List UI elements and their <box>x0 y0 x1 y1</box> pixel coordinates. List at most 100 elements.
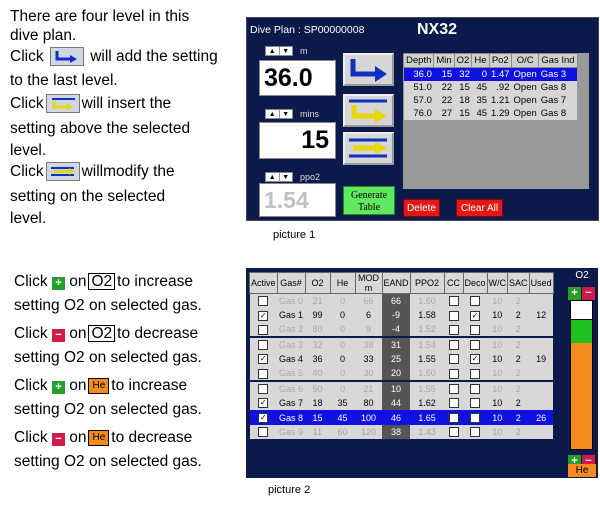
gas-row[interactable]: ✓ Gas 4 36 0 33 25 1.55 ✓ 10 2 19 <box>249 351 554 367</box>
cc-checkbox[interactable] <box>448 368 459 379</box>
gas-row[interactable]: Gas 2 80 0 9 -4 1.52 10 2 <box>249 322 554 338</box>
deco-cell <box>463 293 488 309</box>
spin-down-icon[interactable]: ▼ <box>280 110 293 118</box>
level-table-header: Depth Min O2 He Po2 O/C Gas Ind <box>402 53 578 68</box>
add-level-button[interactable] <box>343 53 394 86</box>
he-cell: 0 <box>330 336 356 352</box>
cc-checkbox[interactable] <box>448 427 459 438</box>
spin-down-icon[interactable]: ▼ <box>280 173 293 181</box>
deco-checkbox[interactable] <box>470 368 481 379</box>
level-cell: Open <box>511 67 539 81</box>
level-cell: 51.0 <box>403 80 434 94</box>
deco-checkbox[interactable]: ✓ <box>470 354 481 365</box>
gas-row[interactable]: ✓ Gas 1 99 0 6 -9 1.58 ✓ 10 2 12 <box>249 308 554 323</box>
cc-checkbox[interactable] <box>448 310 459 321</box>
active-checkbox[interactable]: ✓ <box>258 310 269 321</box>
level-col-header[interactable]: Depth <box>402 53 435 68</box>
gas-col-header: PPO2 <box>409 272 445 294</box>
o2-cell: 32 <box>305 336 331 352</box>
insert-level-button[interactable] <box>343 94 394 127</box>
active-cell <box>249 293 278 309</box>
wc-cell: 10 <box>487 351 508 367</box>
instr-line: setting O2 on selected gas. <box>14 297 202 314</box>
active-checkbox[interactable] <box>258 427 269 438</box>
time-field[interactable]: 15 <box>259 122 336 159</box>
level-col-header[interactable]: O/C <box>511 53 540 68</box>
active-checkbox[interactable]: ✓ <box>258 412 269 423</box>
instr-on-text: on <box>69 325 87 342</box>
deco-checkbox[interactable] <box>470 412 481 423</box>
sac-cell: 2 <box>507 380 530 396</box>
active-checkbox[interactable]: ✓ <box>258 354 269 365</box>
spin-up-icon[interactable]: ▲ <box>266 110 280 118</box>
deco-checkbox[interactable] <box>470 296 481 307</box>
level-col-header[interactable]: Po2 <box>488 53 513 68</box>
ppo2-spinner[interactable]: ▲ ▼ <box>265 172 293 182</box>
gas-row[interactable]: Gas 0 21 0 66 66 1.60 10 2 <box>249 293 554 309</box>
active-checkbox[interactable] <box>258 296 269 307</box>
o2-plus-button[interactable]: + <box>568 283 581 301</box>
level-row[interactable]: 51.0 22 15 45.92 Open Gas 8 <box>403 80 578 94</box>
ppo2-cell: 1.65 <box>410 410 445 425</box>
level-row[interactable]: 36.0 15 32 0 1.47 Open Gas 3 <box>403 67 578 81</box>
instr-insert-line: Click will insert the <box>10 92 171 115</box>
active-checkbox[interactable] <box>258 368 269 379</box>
cc-checkbox[interactable] <box>448 324 459 335</box>
cc-cell <box>444 293 464 309</box>
cc-checkbox[interactable] <box>448 412 459 423</box>
level-col-header[interactable]: Gas Ind <box>538 53 578 68</box>
cc-checkbox[interactable] <box>448 354 459 365</box>
cc-checkbox[interactable] <box>448 384 459 395</box>
active-checkbox[interactable] <box>258 340 269 351</box>
deco-checkbox[interactable] <box>470 340 481 351</box>
eand-cell: 66 <box>382 293 411 309</box>
gas-row[interactable]: Gas 3 32 0 38 31 1.54 10 2 <box>249 336 554 352</box>
gas-row[interactable]: Gas 6 50 0 21 10 1.55 10 2 <box>249 380 554 396</box>
sac-cell: 2 <box>507 322 530 338</box>
level-row[interactable]: 76.0 27 15 45 1.29 Open Gas 8 <box>403 106 578 120</box>
wc-cell: 10 <box>487 380 508 396</box>
generate-table-button[interactable]: Generate Table <box>343 186 395 215</box>
depth-field[interactable]: 36.0 <box>259 60 336 96</box>
instr-line-7: level. <box>10 142 47 159</box>
plus-icon: + <box>568 287 581 300</box>
gas-col-header: Used <box>528 272 554 294</box>
wc-cell: 10 <box>487 293 508 309</box>
depth-spinner[interactable]: ▲ ▼ <box>265 46 293 56</box>
clear-all-button[interactable]: Clear All <box>456 199 503 217</box>
gas-col-header: EAND <box>381 272 411 294</box>
deco-checkbox[interactable] <box>470 324 481 335</box>
modify-level-button[interactable] <box>343 132 394 165</box>
minus-icon: − <box>51 433 65 446</box>
deco-checkbox[interactable] <box>470 398 481 409</box>
cc-checkbox[interactable] <box>448 398 459 409</box>
level-col-header[interactable]: O2 <box>453 53 473 68</box>
level-col-header[interactable]: Min <box>433 53 455 68</box>
add-level-icon <box>350 59 387 82</box>
level-row[interactable]: 57.0 22 18 35 1.21 Open Gas 7 <box>403 93 578 107</box>
wc-cell: 10 <box>487 366 508 382</box>
o2-minus-button[interactable]: − <box>582 283 595 301</box>
deco-checkbox[interactable] <box>470 427 481 438</box>
gas-row[interactable]: Gas 9 11 60 120 38 1.43 10 2 <box>249 424 554 440</box>
instr-line: setting O2 on selected gas. <box>14 349 202 366</box>
active-checkbox[interactable] <box>258 384 269 395</box>
deco-checkbox[interactable] <box>470 384 481 395</box>
gas-row[interactable]: Gas 5 40 0 30 20 1.60 10 2 <box>249 366 554 382</box>
active-checkbox[interactable] <box>258 324 269 335</box>
gas-name-cell: Gas 4 <box>277 351 306 367</box>
spin-down-icon[interactable]: ▼ <box>280 47 293 55</box>
spin-up-icon[interactable]: ▲ <box>266 173 280 181</box>
deco-checkbox[interactable]: ✓ <box>470 310 481 321</box>
cc-checkbox[interactable] <box>448 340 459 351</box>
cc-checkbox[interactable] <box>448 296 459 307</box>
spin-up-icon[interactable]: ▲ <box>266 47 280 55</box>
delete-button[interactable]: Delete <box>403 199 440 217</box>
gas-row[interactable]: ✓ Gas 7 18 35 80 44 1.62 10 2 <box>249 395 554 411</box>
ppo2-field[interactable]: 1.54 <box>259 183 336 217</box>
he-cell: 0 <box>330 322 356 338</box>
level-col-header[interactable]: He <box>471 53 490 68</box>
gas-row[interactable]: ✓ Gas 8 15 45 100 46 1.65 10 2 26 <box>249 410 554 425</box>
active-checkbox[interactable]: ✓ <box>258 398 269 409</box>
time-spinner[interactable]: ▲ ▼ <box>265 109 293 119</box>
